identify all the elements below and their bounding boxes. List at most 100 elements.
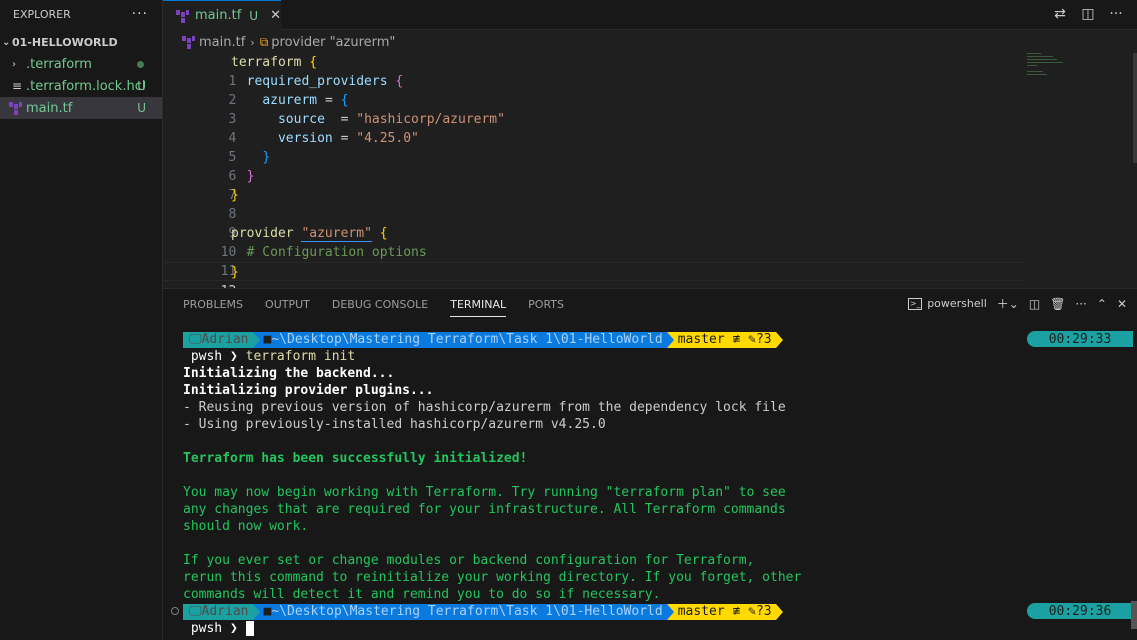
more-actions-icon[interactable]: ··· (132, 6, 148, 22)
trash-icon[interactable]: 🗑 (1050, 297, 1065, 311)
bottom-panel: PROBLEMS OUTPUT DEBUG CONSOLE TERMINAL P… (163, 288, 1137, 640)
tab-debug-console[interactable]: DEBUG CONSOLE (332, 289, 428, 321)
terminal-line: any changes that are required for your i… (183, 502, 786, 517)
tab-main-tf[interactable]: main.tf U ✕ (163, 0, 281, 30)
code-token: "azurerm" (301, 226, 372, 242)
tree-item-label: .terraform (26, 56, 92, 72)
tab-problems[interactable]: PROBLEMS (183, 289, 243, 321)
tab-label: main.tf (195, 8, 242, 23)
shell-label: pwsh (190, 621, 223, 636)
tab-output[interactable]: OUTPUT (265, 289, 310, 321)
more-actions-icon[interactable]: ··· (1107, 6, 1125, 22)
split-editor-icon[interactable]: ◫ (1079, 6, 1097, 22)
terminal-cursor (245, 621, 254, 636)
minimap[interactable] (1027, 53, 1067, 83)
monitor-icon: 🖵 (189, 604, 202, 619)
compare-changes-icon[interactable]: ⇄ (1051, 6, 1069, 22)
code-token: required_providers (246, 74, 388, 89)
folder-label: 01-HELLOWORLD (12, 35, 118, 49)
new-terminal-icon[interactable]: ＋⌄ (997, 295, 1019, 312)
folder-icon: ■ (263, 604, 272, 619)
close-icon[interactable]: ✕ (1117, 297, 1127, 311)
code-line: 3 azurerm = { (163, 91, 1023, 127)
prompt-user-segment: 🖵 Adrian (183, 603, 253, 620)
breadcrumb-file[interactable]: main.tf (199, 35, 245, 50)
prompt-git-segment: master ≢ ✎ ?3 (673, 603, 776, 620)
prompt-git-branch: master ≢ (677, 332, 749, 347)
terminal-command: terraform init (245, 349, 356, 364)
code-token: terraform (231, 55, 302, 70)
code-line: 5 version = "4.25.0" (163, 129, 1023, 165)
tab-ports[interactable]: PORTS (528, 289, 564, 321)
code-token: azurerm (262, 93, 318, 108)
code-token: } (246, 169, 255, 184)
prompt-user-segment: 🖵 Adrian (183, 331, 253, 348)
edit-icon: ✎ (748, 604, 756, 619)
terraform-icon (181, 35, 195, 49)
tree-item-main-tf[interactable]: main.tf U (0, 97, 162, 119)
code-line: 2 required_providers { (163, 72, 1023, 108)
edit-icon: ✎ (748, 332, 756, 347)
close-icon[interactable]: ✕ (270, 8, 281, 23)
terminal-line: - Using previously-installed hashicorp/a… (183, 417, 606, 432)
tree-item-lock-file[interactable]: ≡ .terraform.lock.hcl U (0, 75, 162, 97)
monitor-icon: 🖵 (189, 332, 202, 347)
command-decoration-icon[interactable] (171, 607, 179, 615)
terminal-shell-selector[interactable]: >_ powershell (908, 297, 987, 310)
tab-terminal[interactable]: TERMINAL (450, 289, 506, 321)
prompt-arrow: ❯ (229, 621, 238, 636)
tree-item-label: .terraform.lock.hcl (26, 78, 146, 94)
editor-scrollbar[interactable] (1133, 53, 1137, 163)
terraform-icon (8, 101, 22, 115)
prompt-separator (252, 603, 260, 620)
modified-dot-icon (137, 61, 144, 68)
tab-status-badge: U (249, 8, 259, 23)
terminal-line: commands will detect it and remind you t… (183, 587, 661, 602)
prompt-path-segment: ■ ~\Desktop\Mastering Terraform\Task 1\01… (259, 603, 667, 620)
code-token: { (340, 93, 349, 108)
editor-tab-bar: main.tf U ✕ ⇄ ◫ ··· (163, 0, 1137, 30)
terminal-line: pwsh ❯ terraform init (183, 348, 1133, 365)
code-token: = (340, 112, 349, 127)
prompt-time: 00:29:36 (1027, 603, 1133, 619)
chevron-right-icon: › (12, 58, 16, 70)
breadcrumb-symbol[interactable]: provider "azurerm" (271, 35, 395, 50)
chevron-up-icon[interactable]: ⌃ (1097, 297, 1107, 311)
code-token: # Configuration options (246, 245, 427, 260)
chevron-down-icon: ⌄ (2, 36, 11, 48)
prompt-path-segment: ■ ~\Desktop\Mastering Terraform\Task 1\01… (259, 331, 667, 348)
code-line: 7 } (163, 167, 1023, 203)
panel-toolbar: >_ powershell ＋⌄ ◫ 🗑 ··· ⌃ ✕ (908, 295, 1127, 312)
code-line: 1 terraform { (163, 53, 1023, 89)
split-terminal-icon[interactable]: ◫ (1029, 297, 1040, 311)
code-token: { (309, 55, 318, 70)
code-token: version (277, 131, 333, 146)
prompt-user: Adrian (201, 604, 249, 619)
prompt-git-branch: master ≢ (677, 604, 749, 619)
tree-item-terraform-folder[interactable]: › .terraform (0, 53, 162, 75)
terminal-icon: >_ (908, 297, 923, 310)
terminal-line: If you ever set or change modules or bac… (183, 553, 755, 568)
code-token: } (262, 150, 271, 165)
terminal-prompt: 🖵 Adrian ■ ~\Desktop\Mastering Terraform\T… (171, 603, 1133, 620)
code-token: source (277, 112, 325, 127)
terminal-line: Terraform has been successfully initiali… (183, 451, 528, 466)
more-actions-icon[interactable]: ··· (1075, 297, 1086, 311)
terminal[interactable]: 🖵 Adrian ■ ~\Desktop\Mastering Terraform\T… (171, 331, 1133, 637)
terminal-line: - Reusing previous version of hashicorp/… (183, 400, 786, 415)
untracked-badge: U (137, 101, 146, 115)
code-editor[interactable]: 1 terraform { 2 required_providers { 3 a… (163, 53, 1137, 299)
prompt-separator (666, 603, 674, 620)
terminal-line: Initializing the backend... (183, 366, 395, 381)
shell-name: powershell (927, 297, 987, 310)
terraform-icon (175, 9, 189, 23)
terminal-line: You may now begin working with Terraform… (183, 485, 786, 500)
code-line: 8 } (163, 186, 1023, 222)
prompt-separator (666, 331, 674, 348)
terminal-scrollbar[interactable] (1131, 601, 1137, 629)
terminal-line: should now work. (183, 519, 309, 534)
folder-01-helloworld[interactable]: ⌄ 01-HELLOWORLD (0, 31, 162, 53)
